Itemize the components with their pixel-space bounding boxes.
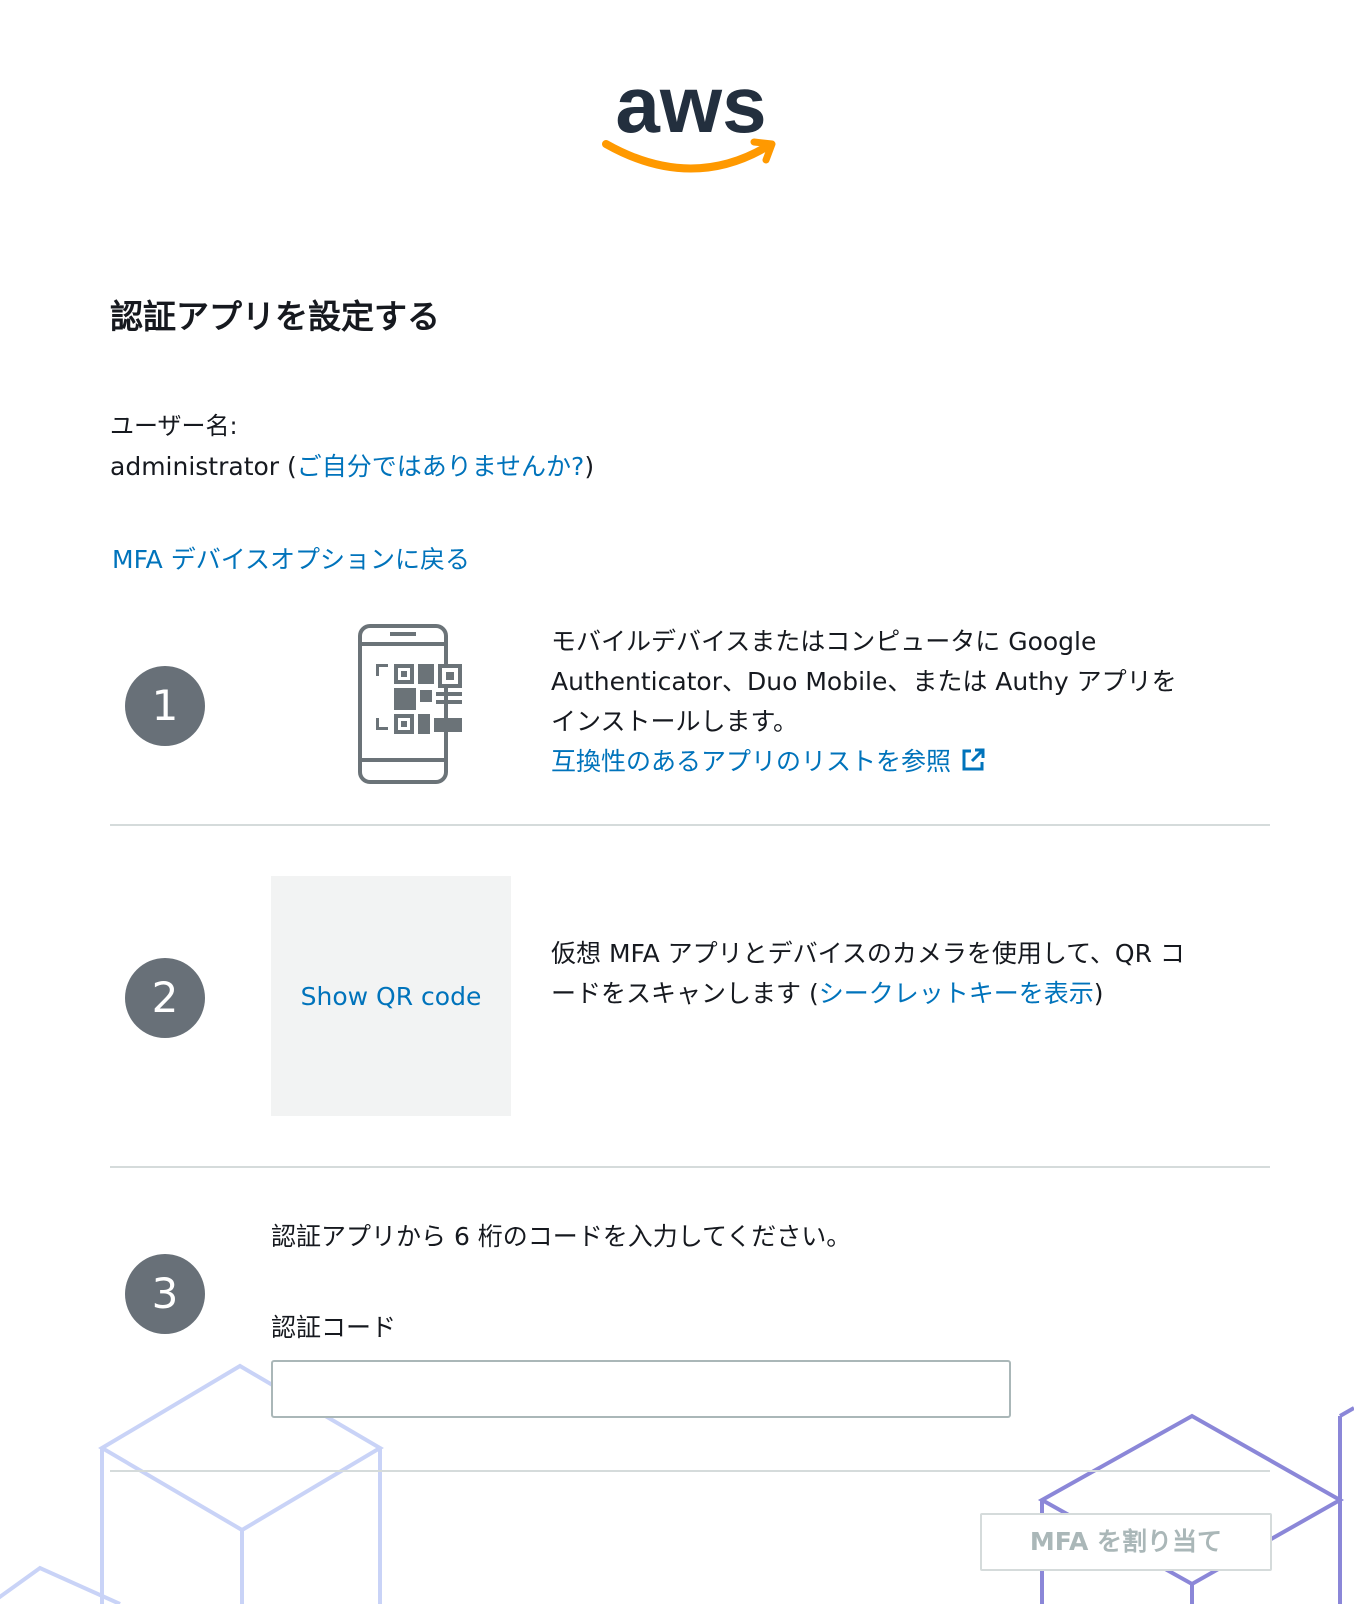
- divider-3: [110, 1470, 1270, 1472]
- show-secret-key-link[interactable]: シークレットキーを表示: [819, 979, 1094, 1008]
- aws-logo-text: aws: [615, 62, 766, 149]
- username-label: ユーザー名:: [110, 412, 238, 440]
- back-to-mfa-options-link[interactable]: MFA デバイスオプションに戻る: [112, 540, 470, 576]
- step-2-suffix: ): [1093, 979, 1104, 1008]
- auth-code-input[interactable]: [271, 1360, 1011, 1418]
- username-line: administrator (ご自分ではありませんか?): [110, 447, 594, 483]
- auth-code-label: 認証コード: [271, 1313, 397, 1342]
- aws-logo: aws: [602, 62, 776, 173]
- compatible-apps-link[interactable]: 互換性のあるアプリのリストを参照: [551, 747, 987, 776]
- step-3-instruction: 認証アプリから 6 桁のコードを入力してください。: [271, 1222, 852, 1251]
- divider-2: [110, 1166, 1270, 1168]
- step-2-circle: 2: [125, 958, 205, 1038]
- step-1-description: モバイルデバイスまたはコンピュータに Google Authenticator、…: [551, 627, 1177, 736]
- close-paren: ): [584, 452, 595, 481]
- external-link-icon: [962, 748, 985, 771]
- username-value: administrator: [110, 452, 280, 481]
- divider-1: [110, 824, 1270, 826]
- mfa-setup-page: aws 認証アプリを設定する ユーザー名: administrator (ご自分…: [0, 0, 1354, 1604]
- not-you-link[interactable]: ご自分ではありませんか?: [297, 452, 585, 481]
- step-1-text: モバイルデバイスまたはコンピュータに Google Authenticator、…: [551, 622, 1201, 782]
- main-content: aws 認証アプリを設定する ユーザー名: administrator (ご自分…: [0, 0, 1354, 1604]
- step-2-text: 仮想 MFA アプリとデバイスのカメラを使用して、QR コードをスキャンします …: [551, 934, 1191, 1014]
- assign-mfa-button[interactable]: MFA を割り当て: [980, 1513, 1272, 1571]
- step-1-circle: 1: [125, 666, 205, 746]
- show-qr-code-button[interactable]: Show QR code: [271, 876, 511, 1116]
- step-3-circle: 3: [125, 1254, 205, 1334]
- phone-qr-icon: [358, 624, 462, 784]
- open-paren: (: [279, 452, 297, 481]
- page-title: 認証アプリを設定する: [110, 297, 440, 336]
